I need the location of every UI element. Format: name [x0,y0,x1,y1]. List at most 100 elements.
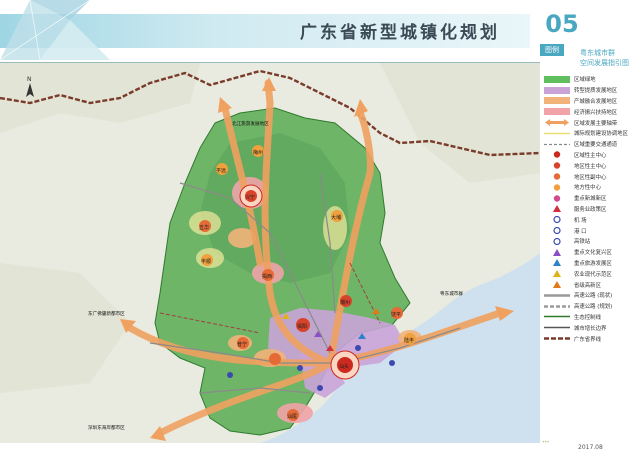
legend-swatch [544,303,570,310]
legend-swatch [544,205,570,213]
legend-item: 农业现代示范区 [544,268,638,279]
legend-item-label: 产城融合发展地区 [574,98,618,105]
city-label: 五华 [199,224,209,231]
legend-item: 重点新城新区 [544,193,638,204]
city-label: 汕尾 [287,413,297,420]
legend-item-label: 高速公路 (现状) [574,293,613,300]
legend-swatch [544,292,570,299]
city-label: 揭西 [262,273,272,280]
legend-swatch [544,151,570,159]
legend-item-label: 生态控制线 [574,314,601,321]
airport-icon [355,345,361,351]
legend-item: 经济振兴扶持地区 [544,106,638,117]
map-subtitle-line1: 粤东城市群 [580,49,615,57]
legend-item-label: 地区性主中心 [574,163,607,170]
map-svg: 兴宁 梅州 平远 五华 丰顺 大埔 揭西 普宁 揭阳 潮州 汕头 饶平 汕尾 陆… [0,63,540,443]
page-title: 广东省新型城镇化规划 [300,23,500,43]
city-label: 平远 [216,167,226,174]
city-label: 梅州 [253,149,263,156]
legend-item-label: 广东省界线 [574,336,601,343]
rail-station-icon [227,372,233,378]
city-label: 揭阳 [297,323,307,330]
legend-swatch [544,313,570,320]
legend-item-label: 机 场 [574,217,587,224]
legend-item-label: 港 口 [574,228,587,235]
legend-swatch [544,119,570,127]
city-label: 大埔 [331,214,341,221]
chapter-number: 05 [545,10,579,38]
legend-swatch [544,141,570,148]
city-label: 兴宁 [245,194,255,201]
legend-item-label: 重点新城新区 [574,196,607,203]
city-label: 饶平 [391,311,401,318]
legend-item-label: 地区性副中心 [574,174,607,181]
legend-item: 产城融合发展地区 [544,96,638,107]
legend-swatch [544,130,570,137]
legend-item-label: 重点旅游发展区 [574,260,612,267]
city-label: 汕头 [339,363,349,370]
legend-item-label: 城际规划建设协调地区 [574,131,628,138]
map-subtitle-line2: 空间发展指引图 [580,59,629,67]
legend-swatch [544,324,570,331]
legend-swatch [544,194,570,202]
city-label: 潮州 [340,299,350,306]
port-icon [317,385,323,391]
legend-item: 高铁站 [544,236,638,247]
legend-item: 区域绿地 [544,74,638,85]
legend-item-label: 高铁站 [574,239,591,246]
legend-swatch [544,184,570,191]
city-node [269,353,281,365]
city-label: 普宁 [237,341,247,348]
legend-swatch [544,173,570,180]
map-canvas[interactable]: 兴宁 梅州 平远 五华 丰顺 大埔 揭西 普宁 揭阳 潮州 汕头 饶平 汕尾 陆… [0,62,540,443]
legend-swatch [544,227,570,235]
legend-item-label: 区域性主中心 [574,152,607,159]
footer-logo: ᐩᐩᐩ [542,440,550,447]
legend-item: 地区性主中心 [544,160,638,171]
footer-date: 2017.08 [578,444,603,451]
legend-swatch [544,162,570,169]
legend-swatch [544,108,570,116]
legend-swatch [544,248,570,256]
legend-item: 机 场 [544,214,638,225]
legend-item: 港 口 [544,225,638,236]
legend-list: 区域绿地转型提质发展地区 产城融合发展地区 经济振兴扶持地区 区域发展主要轴带城际规划… [544,74,638,344]
region-label: 粤东城市群 [440,290,463,297]
legend-swatch [544,86,570,94]
legend-item-label: 区域发展主要轴带 [574,120,618,127]
legend-item: 重点文化复兴区 [544,247,638,258]
legend-item-label: 区域重要交通通道 [574,142,618,149]
legend-swatch [544,335,570,342]
legend-item-label: 重点文化复兴区 [574,250,612,257]
legend-item: 地区性副中心 [544,171,638,182]
legend-item: 区域性主中心 [544,150,638,161]
port-icon [389,360,395,366]
legend-swatch [544,75,570,83]
region-label: 北江旅游发展地区 [232,120,269,127]
legend-item: 高速公路 (现状) [544,290,638,301]
legend-item-label: 经济振兴扶持地区 [574,109,618,116]
legend-item-label: 转型提质发展地区 [574,88,618,95]
region-label: 东广佛肇新都市区 [88,310,125,317]
legend-item-label: 城市增长边界 [574,325,607,332]
svg-text:N: N [27,76,32,83]
legend-swatch [544,237,570,245]
legend-item: 城际规划建设协调地区 [544,128,638,139]
legend-item: 城市增长边界 [544,322,638,333]
legend-swatch [544,97,570,105]
region-label: 深圳东海岸都市区 [88,424,125,431]
legend-item: 重点旅游发展区 [544,258,638,269]
legend-panel: 图例 粤东城市群 空间发展指引图 区域绿地 转型提质发展地区 产城融合发展地区 经济振… [540,44,640,457]
legend-item-label: 农业现代示范区 [574,271,612,278]
city-label: 丰顺 [201,258,211,265]
legend-item-label: 高速公路 (规划) [574,304,613,311]
legend-item-label: 省级高新区 [574,282,601,289]
triangle-pattern-decoration [0,0,110,60]
legend-item: 生态控制线 [544,312,638,323]
legend-item: 高速公路 (规划) [544,301,638,312]
legend-item-label: 地方性中心 [574,185,601,192]
legend-item: 区域重要交通通道 [544,139,638,150]
legend-item: 转型提质发展地区 [544,85,638,96]
legend-item: 地方性中心 [544,182,638,193]
legend-item: 省级高新区 [544,279,638,290]
